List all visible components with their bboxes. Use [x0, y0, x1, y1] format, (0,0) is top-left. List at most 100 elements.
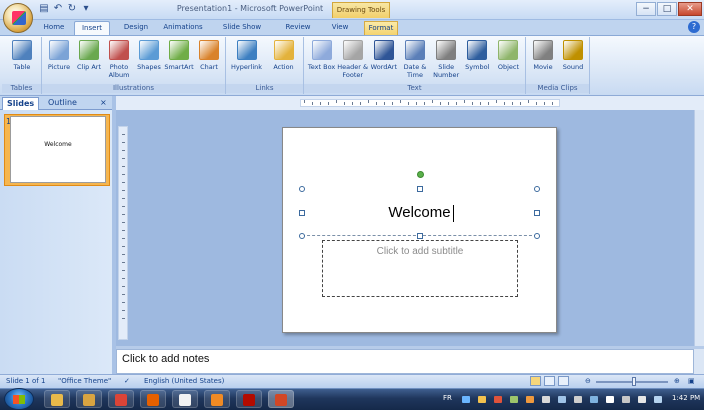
taskbar-clock[interactable]: 1:42 PM [672, 394, 700, 402]
fit-to-window-icon[interactable]: ▣ [688, 377, 695, 385]
quick-access-more-icon[interactable]: ▾ [80, 3, 92, 15]
status-theme[interactable]: "Office Theme" [58, 377, 111, 385]
tray-icon[interactable] [654, 396, 662, 403]
zoom-in-icon[interactable]: ⊕ [674, 377, 680, 385]
tray-icon[interactable] [558, 396, 566, 403]
symbol-button[interactable]: Symbol [461, 39, 493, 83]
ruler-tick [122, 206, 125, 207]
resize-handle-top-right[interactable] [534, 186, 540, 192]
resize-handle-left[interactable] [299, 210, 305, 216]
resize-handle-top-left[interactable] [299, 186, 305, 192]
action-button[interactable]: Action [268, 39, 300, 83]
picture-button[interactable]: Picture [43, 39, 75, 83]
tray-icon[interactable] [606, 396, 614, 403]
tab-animations[interactable]: Animations [160, 21, 206, 35]
ruler-tick [456, 102, 457, 105]
notes-placeholder-text[interactable]: Click to add notes [122, 353, 209, 365]
clip-art-icon [79, 40, 99, 60]
tab-format[interactable]: Format [364, 21, 398, 35]
save-icon[interactable]: ▤ [38, 3, 50, 15]
chart-button[interactable]: Chart [193, 39, 225, 83]
taskbar-media-button[interactable] [172, 390, 198, 408]
ruler-tick [504, 102, 505, 105]
tray-icon[interactable] [494, 396, 502, 403]
object-button[interactable]: Object [492, 39, 524, 83]
taskbar-vlc-button[interactable] [204, 390, 230, 408]
tray-icon[interactable] [462, 396, 470, 403]
status-language[interactable]: English (United States) [144, 377, 224, 385]
slide-number-button[interactable]: Slide Number [430, 39, 462, 83]
resize-handle-right[interactable] [534, 210, 540, 216]
tray-icon[interactable] [510, 396, 518, 403]
date-time-button[interactable]: Date & Time [399, 39, 431, 83]
taskbar-explorer-button[interactable] [76, 390, 102, 408]
resize-handle-bottom[interactable] [417, 233, 423, 239]
notes-scrollbar[interactable] [694, 349, 704, 374]
tray-icon[interactable] [638, 396, 646, 403]
ruler-tick [122, 190, 125, 191]
spelling-check-icon[interactable]: ✓ [124, 377, 130, 385]
text-box-button[interactable]: Text Box [306, 39, 338, 83]
header-footer-button[interactable]: Header & Footer [337, 39, 369, 83]
tray-icon[interactable] [542, 396, 550, 403]
smartart-icon [169, 40, 189, 60]
zoom-slider-thumb[interactable] [632, 377, 636, 386]
rotate-handle[interactable] [417, 171, 424, 178]
language-indicator[interactable]: FR [443, 394, 452, 402]
sound-button[interactable]: Sound [557, 39, 589, 83]
undo-icon[interactable]: ↶ [52, 3, 64, 15]
office-button[interactable] [3, 3, 33, 33]
vertical-scrollbar[interactable] [694, 110, 704, 346]
text-box-icon [311, 40, 332, 60]
tab-review[interactable]: Review [280, 21, 316, 35]
help-icon[interactable]: ? [688, 21, 700, 33]
resize-handle-top[interactable] [417, 186, 423, 192]
hyperlink-button[interactable]: Hyperlink [231, 39, 263, 83]
taskbar-powerpoint-button[interactable] [268, 390, 294, 408]
hyperlink-icon [236, 40, 257, 60]
minimize-button[interactable]: − [636, 2, 656, 16]
maximize-button[interactable]: □ [657, 2, 677, 16]
taskbar-firefox-button[interactable] [140, 390, 166, 408]
tab-insert[interactable]: Insert [74, 21, 110, 36]
slide-show-view-icon[interactable] [558, 376, 569, 386]
photo-album-icon [109, 40, 129, 60]
tab-slide-show[interactable]: Slide Show [218, 21, 266, 35]
tray-icon[interactable] [622, 396, 630, 403]
taskbar-folder-button[interactable] [44, 390, 70, 408]
ruler-tick [122, 214, 125, 215]
tab-design[interactable]: Design [118, 21, 154, 35]
photo-album-button[interactable]: Photo Album [103, 39, 135, 83]
subtitle-placeholder-text[interactable]: Click to add subtitle [322, 246, 518, 257]
status-slide-info: Slide 1 of 1 [6, 377, 46, 385]
slide-number-icon [436, 40, 457, 60]
pane-close-icon[interactable]: × [100, 98, 107, 107]
resize-handle-bottom-right[interactable] [534, 233, 540, 239]
taskbar-pdf-button[interactable] [236, 390, 262, 408]
tray-icon[interactable] [590, 396, 598, 403]
movie-button[interactable]: Movie [527, 39, 559, 83]
slide-thumbnail[interactable] [10, 116, 106, 183]
tray-icon[interactable] [574, 396, 582, 403]
normal-view-icon[interactable] [530, 376, 541, 386]
office-logo-icon [12, 11, 26, 25]
slide-sorter-view-icon[interactable] [544, 376, 555, 386]
resize-handle-bottom-left[interactable] [299, 233, 305, 239]
shapes-button[interactable]: Shapes [133, 39, 165, 83]
redo-icon[interactable]: ↻ [66, 3, 78, 15]
tab-home[interactable]: Home [38, 21, 70, 35]
powerpoint-icon [275, 394, 287, 406]
zoom-out-icon[interactable]: ⊖ [585, 377, 591, 385]
table-button[interactable]: Table [6, 39, 38, 83]
tray-icon[interactable] [478, 396, 486, 403]
explorer-icon [83, 394, 95, 406]
tab-slides[interactable]: Slides [2, 97, 40, 110]
smartart-button[interactable]: SmartArt [163, 39, 195, 83]
tray-icon[interactable] [526, 396, 534, 403]
tab-view[interactable]: View [326, 21, 354, 35]
slide-title-text[interactable]: Welcome [302, 204, 537, 221]
taskbar-chrome-button[interactable] [108, 390, 134, 408]
close-button[interactable]: ✕ [678, 2, 702, 16]
wordart-button[interactable]: WordArt [368, 39, 400, 83]
tab-outline[interactable]: Outline [44, 97, 81, 110]
